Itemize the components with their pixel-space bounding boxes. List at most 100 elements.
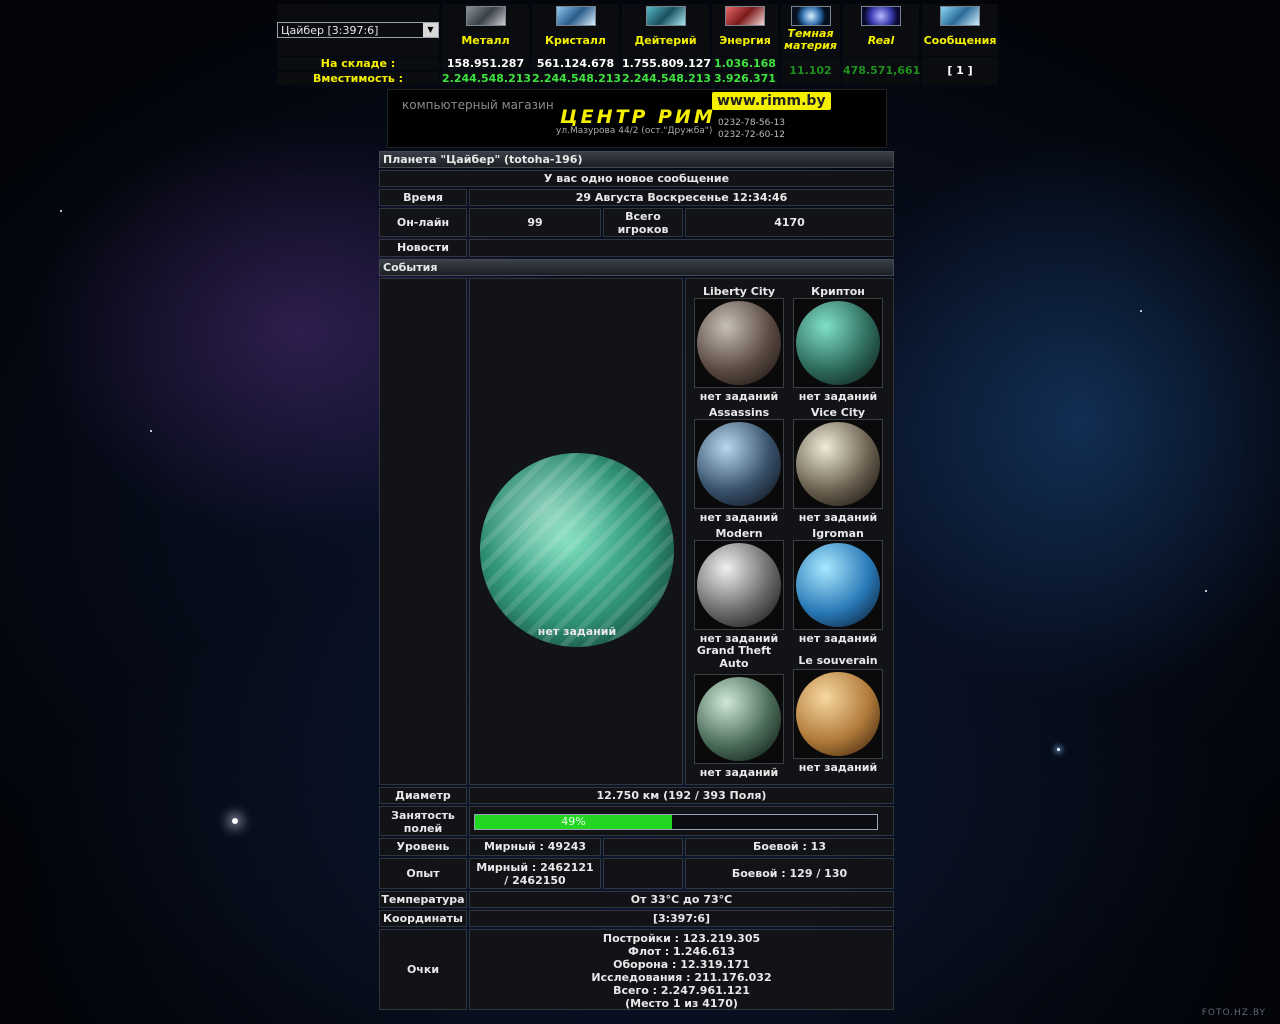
colony-planet-frame[interactable] <box>793 298 883 388</box>
resource-label: Дейтерий <box>634 34 697 47</box>
colony-planet-image[interactable] <box>796 543 880 627</box>
main-planet-image[interactable] <box>480 453 674 647</box>
colony-name[interactable]: Le souverain <box>788 654 888 667</box>
resource-0: Металл <box>442 4 529 56</box>
resource-label: Энергия <box>719 34 771 47</box>
resource-capacity: 2.244.548.213 <box>532 72 622 85</box>
fields-label: Занятость полей <box>379 806 467 836</box>
messages-icon <box>940 6 980 26</box>
colony-planet-image[interactable] <box>796 672 880 756</box>
colony-planet-frame[interactable] <box>694 540 784 630</box>
points-buildings: Постройки : 123.219.305 <box>602 932 761 945</box>
colony-planet-image[interactable] <box>796 422 880 506</box>
resource-label: Кристалл <box>544 34 606 47</box>
star <box>150 430 152 432</box>
colony-status: нет заданий <box>798 511 878 524</box>
colony-status: нет заданий <box>798 761 878 774</box>
diameter-value: 12.750 км (192 / 393 Поля) <box>469 787 894 804</box>
colony-planet-image[interactable] <box>697 301 781 385</box>
colony-planet-frame[interactable] <box>793 540 883 630</box>
exp-combat: Боевой : 129 / 130 <box>685 858 894 889</box>
colony-planet-frame[interactable] <box>694 298 784 388</box>
deuterium-icon <box>645 6 686 26</box>
new-message-notice[interactable]: У вас одно новое сообщение <box>379 170 894 187</box>
fields-cell: 49% <box>469 806 894 836</box>
resource-label: Темная материя <box>784 27 837 52</box>
star <box>60 210 62 212</box>
colony-planet-frame[interactable] <box>793 419 883 509</box>
colony-planet-frame[interactable] <box>694 674 784 764</box>
exp-peace: Мирный : 2462121 / 2462150 <box>469 858 601 889</box>
resource-capacity: 2.244.548.213 <box>622 72 712 85</box>
ad-banner[interactable]: компьютерный магазин ЦЕНТР РИМ www.rimm.… <box>387 89 887 148</box>
events-left-column <box>379 278 467 785</box>
page-title: Планета "Цайбер" (totoha-196) <box>379 151 894 168</box>
colony-status: нет заданий <box>699 511 779 524</box>
colony-planet-image[interactable] <box>697 677 781 761</box>
capacity-row-label: Вместимость : <box>277 72 439 85</box>
points-research: Исследования : 211.176.032 <box>591 971 772 984</box>
resource-1: Кристалл <box>532 4 619 56</box>
resource-4: Темная материя <box>781 4 840 56</box>
points-value: Постройки : 123.219.305 Флот : 1.246.613… <box>469 929 894 1010</box>
events-header: События <box>379 259 894 276</box>
exp-label: Опыт <box>379 858 467 889</box>
coords-value[interactable]: [3:397:6] <box>469 910 894 927</box>
resource-6[interactable]: Сообщения <box>922 4 998 56</box>
main-planet-panel: нет заданий <box>469 278 683 785</box>
resource-stock: 1.755.809.127 <box>622 57 712 70</box>
total-players-value: 4170 <box>685 208 894 237</box>
resource-stock: 561.124.678 <box>532 57 619 70</box>
real-icon <box>861 6 901 26</box>
points-defense: Оборона : 12.319.171 <box>613 958 750 971</box>
points-total: Всего : 2.247.961.121 <box>613 984 750 997</box>
colony-planet-image[interactable] <box>697 543 781 627</box>
resource-stock[interactable]: [ 1 ] <box>922 57 998 85</box>
fields-progress-text: 49% <box>561 815 586 828</box>
time-value: 29 Августа Воскресенье 12:34:46 <box>469 189 894 206</box>
colonies-panel: Liberty City нет заданий Криптон нет задани… <box>685 278 894 785</box>
colony-status: нет заданий <box>798 390 878 403</box>
banner-brand: ЦЕНТР РИМ <box>560 106 716 128</box>
star <box>1057 748 1060 751</box>
star <box>232 818 238 824</box>
resource-3: Энергия <box>712 4 778 56</box>
colony-name[interactable]: Assassins <box>689 406 789 419</box>
temperature-value: От 33°C до 73°C <box>469 891 894 908</box>
planet-select[interactable]: Цайбер [3:397:6] ▼ <box>277 22 439 38</box>
resource-bar: Цайбер [3:397:6] ▼ Металл 158.951.287 2.24… <box>277 4 998 86</box>
resource-label: Сообщения <box>923 34 997 47</box>
points-label: Очки <box>379 929 467 1010</box>
dark-matter-icon <box>790 6 831 26</box>
online-value: 99 <box>469 208 601 237</box>
level-label: Уровень <box>379 838 467 856</box>
chevron-down-icon[interactable]: ▼ <box>423 23 438 37</box>
news-label: Новости <box>379 239 467 257</box>
points-rank: (Место 1 из 4170) <box>625 997 738 1010</box>
colony-planet-frame[interactable] <box>694 419 784 509</box>
colony-status: нет заданий <box>798 632 878 645</box>
resource-capacity: 2.244.548.213 <box>442 72 532 85</box>
colony-status: нет заданий <box>699 390 779 403</box>
colony-planet-image[interactable] <box>697 422 781 506</box>
online-label: Он-лайн <box>379 208 467 237</box>
colony-name[interactable]: Liberty City <box>689 285 789 298</box>
banner-url[interactable]: www.rimm.by <box>712 92 831 110</box>
resource-label: Металл <box>461 34 510 47</box>
star <box>1140 310 1142 312</box>
energy-icon <box>725 6 765 26</box>
colony-name[interactable]: Grand Theft Auto <box>689 644 779 670</box>
colony-name[interactable]: Криптон <box>788 285 888 298</box>
total-players-label: Всего игроков <box>603 208 683 237</box>
level-combat: Боевой : 13 <box>685 838 894 856</box>
main-planet-status: нет заданий <box>537 625 617 638</box>
metal-icon <box>465 6 506 26</box>
watermark: FOTO.HZ.BY <box>1201 1008 1266 1018</box>
banner-address: ул.Мазурова 44/2 (ост."Дружба") <box>556 126 713 136</box>
banner-phone-2: 0232-72-60-12 <box>718 130 786 140</box>
colony-name[interactable]: Vice City <box>788 406 888 419</box>
colony-planet-image[interactable] <box>796 301 880 385</box>
resource-stock: 478.571,661 <box>843 57 920 85</box>
colony-name[interactable]: Igroman <box>788 527 888 540</box>
colony-planet-frame[interactable] <box>793 669 883 759</box>
